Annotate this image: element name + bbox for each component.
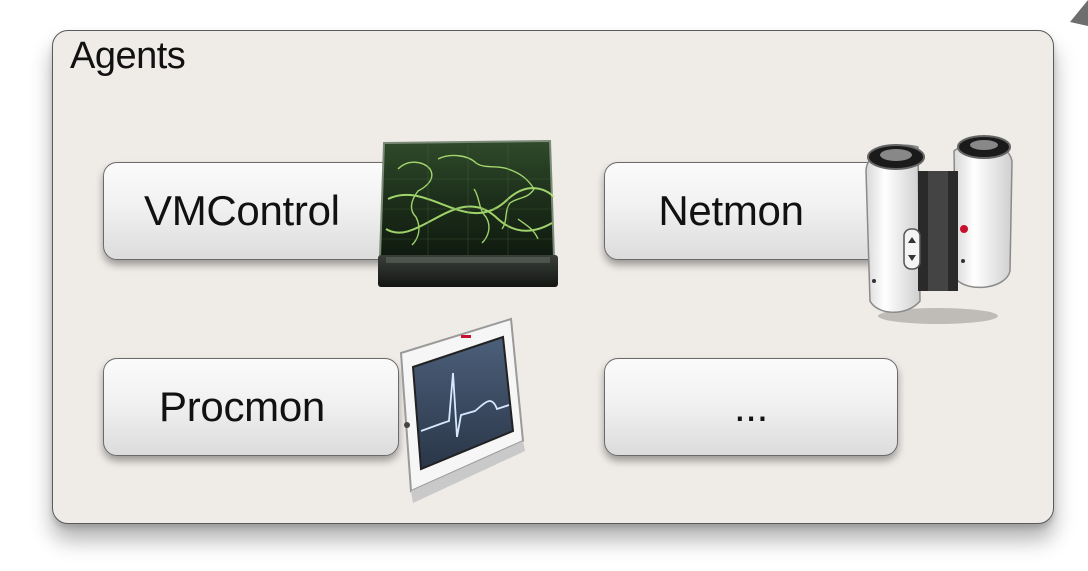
netmon-agent-button[interactable]: Netmon (604, 162, 898, 260)
world-map-display-icon (378, 139, 558, 287)
panel-title: Agents (70, 35, 186, 77)
netmon-label: Netmon (658, 187, 804, 234)
diagram-stage: Agents VMControl Netmon Procmon ... (0, 0, 1088, 571)
binoculars-icon (865, 135, 1013, 324)
procmon-agent-button[interactable]: Procmon (103, 358, 399, 456)
vmcontrol-label: VMControl (144, 187, 340, 234)
more-agents-button[interactable]: ... (604, 358, 898, 456)
agents-panel: Agents VMControl Netmon Procmon ... (52, 30, 1054, 524)
vmcontrol-agent-button[interactable]: VMControl (103, 162, 399, 260)
heart-monitor-icon (399, 317, 525, 503)
arrow-head-icon (1070, 0, 1088, 26)
procmon-label: Procmon (159, 383, 325, 430)
more-agents-label: ... (733, 383, 769, 430)
